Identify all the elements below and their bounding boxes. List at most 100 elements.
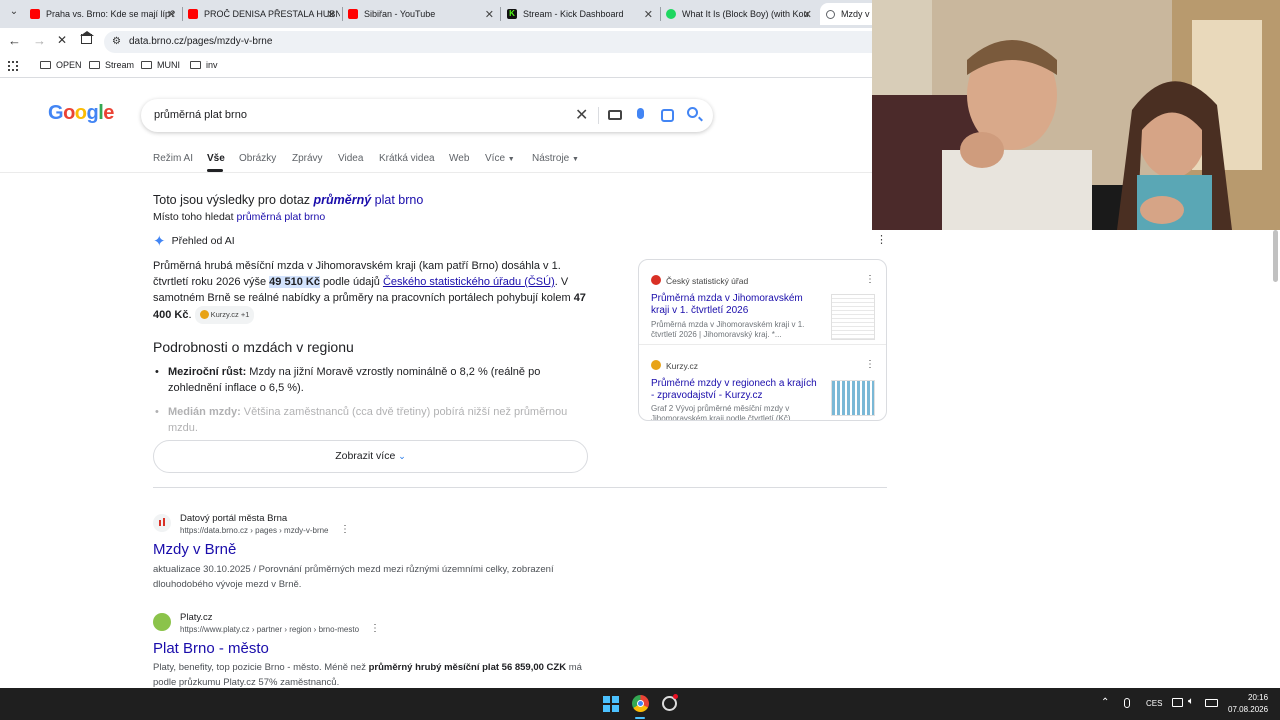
back-icon[interactable]: ← [8,33,21,48]
close-tab-icon[interactable]: ✕ [644,8,653,21]
close-tab-icon[interactable]: ✕ [803,8,812,21]
recording-badge [673,694,678,699]
sources-panel: Český statistický úřad ⋮ Průměrná mzda v… [638,259,887,421]
ai-overview-subheading: Podrobnosti o mzdách v regionu [153,339,354,355]
tab-search-button[interactable]: ⌄ [6,6,22,22]
volume-icon[interactable]: 🔈︎ [1188,696,1194,707]
bookmarks-bar: OPEN Stream MUNI inv [0,56,872,78]
chevron-down-icon: ⌄ [398,451,406,461]
show-hidden-icons[interactable]: ⌃ [1101,697,1109,708]
windows-start-icon[interactable] [603,696,619,712]
corrected-query-link[interactable]: průměrný plat brno [314,193,424,207]
tab-ai-mode[interactable]: Režim AI [153,153,193,164]
forward-icon[interactable]: → [33,33,46,48]
more-options-icon[interactable]: ⋮ [876,233,887,246]
original-query-link[interactable]: průměrná plat brno [236,211,325,223]
highlighted-value: 49 510 Kč [269,276,320,288]
close-tab-icon[interactable]: ✕ [485,8,494,21]
show-more-button[interactable]: Zobrazit více ⌄ [153,440,588,473]
search-icon[interactable] [687,107,698,118]
spelling-correction: Toto jsou výsledky pro dotaz průměrný pl… [153,193,424,207]
csu-link[interactable]: Českého statistického úřadu (ČSÚ) [383,276,555,288]
tab-all[interactable]: Vše [207,153,225,164]
webcam-video [872,0,1280,230]
kurzy-icon [651,360,661,370]
apps-icon[interactable] [8,61,18,71]
browser-tab[interactable]: PROČ DENISA PŘESTALA HUBN ✕ [188,3,340,25]
close-tab-icon[interactable]: ✕ [167,8,176,21]
kick-icon: K [507,9,517,19]
result-title-link[interactable]: Mzdy v Brně [153,541,236,558]
browser-tab[interactable]: What It Is (Block Boy) (with Kou ✕ [666,3,816,25]
brno-data-favicon [153,514,171,532]
close-tab-icon[interactable]: ✕ [327,8,336,21]
folder-icon [190,61,201,69]
browser-tab[interactable]: K Stream - Kick Dashboard ✕ [507,3,657,25]
battery-icon[interactable] [1205,699,1218,707]
browser-tab[interactable]: Praha vs. Brno: Kde se mají líp? ✕ [30,3,180,25]
dropdown-arrow-icon: ▼ [572,156,579,163]
network-icon[interactable] [1172,698,1183,707]
ai-overview-header: ✦ Přehled od AI [153,233,235,250]
clear-icon[interactable]: ✕ [575,105,588,125]
lens-icon[interactable] [661,109,674,122]
tab-news[interactable]: Zprávy [292,153,323,164]
result-title-link[interactable]: Plat Brno - město [153,640,269,657]
clock-time[interactable]: 20:16 [1248,693,1268,702]
ai-bullet-faded: • Medián mzdy: Většina zaměstnanců (cca … [155,406,568,434]
scrollbar-thumb[interactable] [1273,230,1278,282]
tab-more[interactable]: Více ▼ [485,153,515,164]
ai-overview-paragraph: Průměrná hrubá měsíční mzda v Jihomoravs… [153,258,593,324]
bookmark-folder[interactable]: Stream [89,60,134,70]
ai-sparkle-icon: ✦ [153,233,166,250]
platy-favicon [153,613,171,631]
clock-date[interactable]: 07.08.2026 [1228,705,1268,714]
google-logo[interactable]: Google [48,102,114,125]
search-input[interactable]: průměrná plat brno [154,109,247,121]
address-bar[interactable]: ⚙ data.brno.cz/pages/mzdy-v-brne [104,31,872,53]
language-indicator[interactable]: CES [1146,699,1162,708]
ai-bullet: • Meziroční růst: Mzdy na jižní Moravě v… [155,366,541,394]
folder-icon [141,61,152,69]
more-options-icon[interactable]: ⋮ [865,359,875,370]
taskbar: ⌃ CES 🔈︎ 20:16 07.08.2026 [0,688,1280,720]
tab-videos[interactable]: Videa [338,153,363,164]
spotify-icon [666,9,676,19]
bookmark-folder[interactable]: MUNI [141,60,180,70]
bookmark-folder[interactable]: inv [190,60,218,70]
folder-icon [89,61,100,69]
microphone-icon[interactable] [637,108,644,119]
microphone-tray-icon[interactable] [1124,698,1130,708]
bookmark-folder[interactable]: OPEN [40,60,82,70]
browser-toolbar: ← → ✕ ⚙ data.brno.cz/pages/mzdy-v-brne [0,28,872,56]
url-text: data.brno.cz/pages/mzdy-v-brne [129,36,273,47]
search-box[interactable]: průměrná plat brno ✕ [141,99,713,132]
active-app-indicator [635,717,645,719]
chrome-icon[interactable] [632,695,649,712]
tab-strip: ⌄ Praha vs. Brno: Kde se mají líp? ✕ PRO… [0,0,880,28]
stop-loading-icon[interactable]: ✕ [57,33,67,47]
scrollbar[interactable] [1271,230,1280,688]
site-info-icon[interactable]: ⚙ [112,36,121,47]
tab-short-videos[interactable]: Krátká videa [379,153,435,164]
youtube-icon [30,9,40,19]
tab-images[interactable]: Obrázky [239,153,276,164]
source-chip[interactable]: Kurzy.cz +1 [194,306,255,324]
browser-tab-active[interactable]: Mzdy v B [820,3,880,25]
page-icon [826,9,835,19]
youtube-icon [348,9,358,19]
webcam-overlay [872,0,1280,230]
csu-icon [651,275,661,285]
tools-button[interactable]: Nástroje ▼ [532,153,579,164]
source-card[interactable]: Kurzy.cz ⋮ Průměrné mzdy v regionech a k… [639,346,886,420]
keyboard-icon[interactable] [608,110,622,120]
browser-tab[interactable]: Sibiřan - YouTube ✕ [348,3,498,25]
result-more-icon[interactable]: ⋮ [340,524,350,535]
tab-web[interactable]: Web [449,153,469,164]
more-options-icon[interactable]: ⋮ [865,274,875,285]
youtube-icon [188,9,198,19]
source-card[interactable]: Český statistický úřad ⋮ Průměrná mzda v… [639,260,886,345]
result-more-icon[interactable]: ⋮ [370,623,380,634]
folder-icon [40,61,51,69]
search-result: Platy.cz https://www.platy.cz › partner … [153,612,582,688]
